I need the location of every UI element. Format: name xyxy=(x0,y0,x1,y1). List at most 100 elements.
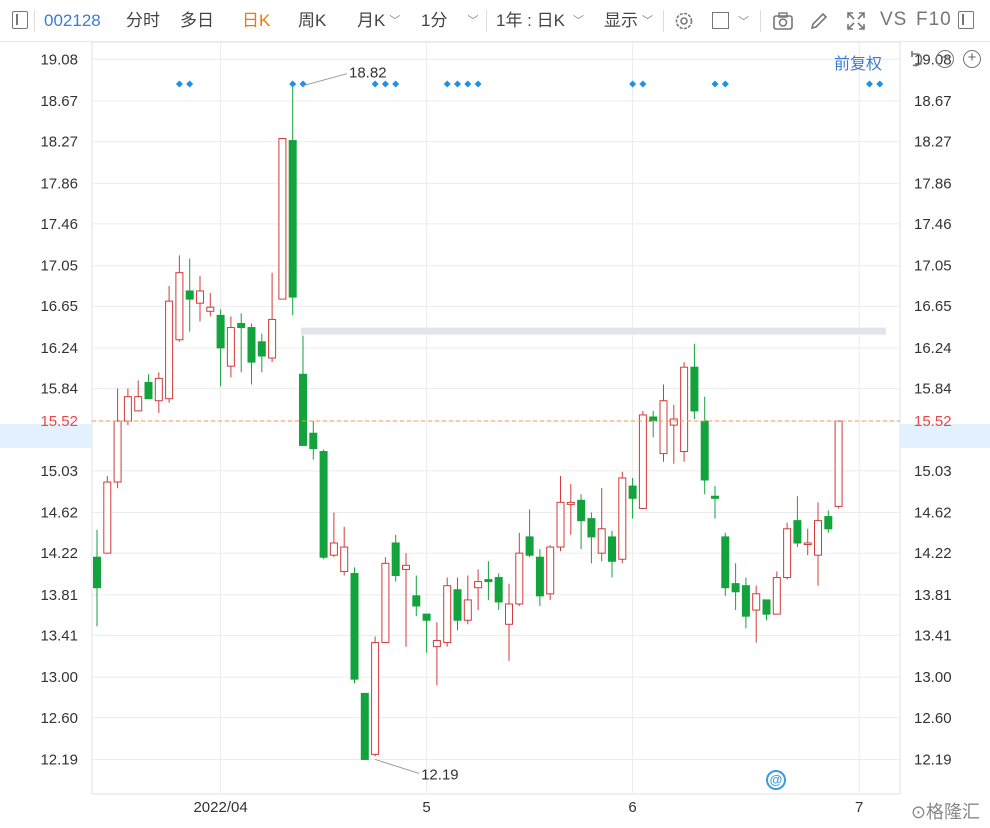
candle[interactable] xyxy=(103,475,112,554)
vs-button[interactable]: VS xyxy=(880,9,907,31)
candle-body xyxy=(793,520,802,544)
candle[interactable] xyxy=(206,293,215,317)
candle[interactable] xyxy=(237,313,246,373)
candle[interactable] xyxy=(515,532,524,606)
monthly-k-dropdown[interactable]: 月K ﹀ xyxy=(357,10,400,32)
candle[interactable] xyxy=(154,372,163,413)
candle[interactable] xyxy=(309,421,318,460)
candle[interactable] xyxy=(741,577,750,629)
candle[interactable] xyxy=(700,396,709,495)
candle[interactable] xyxy=(443,577,452,647)
zoom-out-icon[interactable]: − xyxy=(936,50,954,68)
camera-icon[interactable] xyxy=(772,10,794,32)
candle[interactable] xyxy=(360,692,369,760)
candle[interactable] xyxy=(350,567,359,684)
candle[interactable] xyxy=(216,309,225,387)
candle[interactable] xyxy=(144,374,153,400)
candle[interactable] xyxy=(525,509,534,558)
candle[interactable] xyxy=(669,404,678,464)
candle[interactable] xyxy=(268,272,277,363)
candle[interactable] xyxy=(226,316,235,378)
candle[interactable] xyxy=(814,502,822,586)
candle[interactable] xyxy=(113,388,122,489)
candle[interactable] xyxy=(402,553,410,647)
divider xyxy=(663,10,664,32)
at-icon[interactable]: @ xyxy=(766,770,786,790)
candle[interactable] xyxy=(299,335,307,446)
candle[interactable] xyxy=(165,285,174,403)
candle[interactable] xyxy=(690,343,699,420)
candle[interactable] xyxy=(381,557,390,644)
candle[interactable] xyxy=(247,323,256,385)
candle[interactable] xyxy=(731,563,740,611)
f10-button[interactable]: F10 xyxy=(916,9,952,31)
display-dropdown[interactable]: 显示 ﹀ xyxy=(604,10,653,32)
candle[interactable] xyxy=(752,585,761,643)
candle[interactable] xyxy=(824,510,833,533)
candle[interactable] xyxy=(577,494,586,550)
candle[interactable] xyxy=(638,410,647,509)
candle-body xyxy=(680,366,689,453)
candle[interactable] xyxy=(803,528,812,556)
candle[interactable] xyxy=(494,573,503,611)
stock-code[interactable]: 002128 xyxy=(44,10,101,32)
candle[interactable] xyxy=(474,569,483,611)
candle[interactable] xyxy=(278,138,287,300)
candle[interactable] xyxy=(185,258,194,332)
candle[interactable] xyxy=(772,571,781,615)
candle[interactable] xyxy=(659,384,668,462)
candle[interactable] xyxy=(535,549,544,606)
candle[interactable] xyxy=(319,449,328,560)
candle[interactable] xyxy=(834,420,843,509)
gear-icon[interactable] xyxy=(673,10,695,32)
candle-body xyxy=(628,485,637,499)
candle[interactable] xyxy=(123,388,132,426)
candle[interactable] xyxy=(340,526,349,576)
candle[interactable] xyxy=(391,534,400,582)
candle[interactable] xyxy=(175,255,184,342)
zoom-in-icon[interactable]: + xyxy=(963,50,981,68)
candle[interactable] xyxy=(463,575,472,625)
tab-daily-k[interactable]: 日K xyxy=(242,10,270,32)
y-tick-label-left: 19.08 xyxy=(40,51,78,68)
candle[interactable] xyxy=(793,496,802,548)
candle[interactable] xyxy=(618,471,627,564)
side-panel-icon[interactable] xyxy=(958,11,974,29)
adjust-mode[interactable]: 前复权 xyxy=(834,50,882,74)
kline-chart[interactable]: 19.08 18.67 18.27 17.86 17.46 17.05 16.65 16.24… xyxy=(0,0,990,828)
candle[interactable] xyxy=(422,613,431,653)
candle[interactable] xyxy=(597,488,606,562)
candle[interactable] xyxy=(556,475,565,552)
undo-icon[interactable] xyxy=(906,49,928,71)
candle[interactable] xyxy=(412,575,421,617)
candle[interactable] xyxy=(453,577,462,631)
pencil-icon[interactable] xyxy=(808,10,830,32)
candle[interactable] xyxy=(587,512,596,564)
candle[interactable] xyxy=(93,529,101,627)
candle[interactable] xyxy=(371,636,380,757)
tab-intraday[interactable]: 分时 xyxy=(126,10,160,32)
candle[interactable] xyxy=(711,486,719,519)
candle[interactable] xyxy=(196,275,204,322)
minute-dropdown[interactable]: 1分 ﹀ xyxy=(421,10,478,32)
candle[interactable] xyxy=(608,530,616,578)
tab-weekly-k[interactable]: 周K xyxy=(298,10,326,32)
candle[interactable] xyxy=(680,362,689,462)
candle[interactable] xyxy=(329,512,338,558)
candle[interactable] xyxy=(783,522,792,580)
candle[interactable] xyxy=(721,532,730,596)
fullscreen-icon[interactable] xyxy=(845,10,867,32)
candle[interactable] xyxy=(566,484,575,535)
panel-toggle-icon[interactable] xyxy=(12,11,28,29)
candle[interactable] xyxy=(288,85,297,316)
candle[interactable] xyxy=(432,622,441,686)
candle[interactable] xyxy=(134,380,143,412)
candle[interactable] xyxy=(649,410,658,438)
range-dropdown[interactable]: 1年 : 日K ﹀ xyxy=(496,10,584,32)
candle[interactable] xyxy=(257,333,266,373)
candle[interactable] xyxy=(546,545,555,600)
tab-multiday[interactable]: 多日 xyxy=(180,10,214,32)
candle[interactable] xyxy=(762,599,771,621)
candle[interactable] xyxy=(484,561,493,600)
color-picker[interactable]: ﹀ xyxy=(712,10,749,32)
